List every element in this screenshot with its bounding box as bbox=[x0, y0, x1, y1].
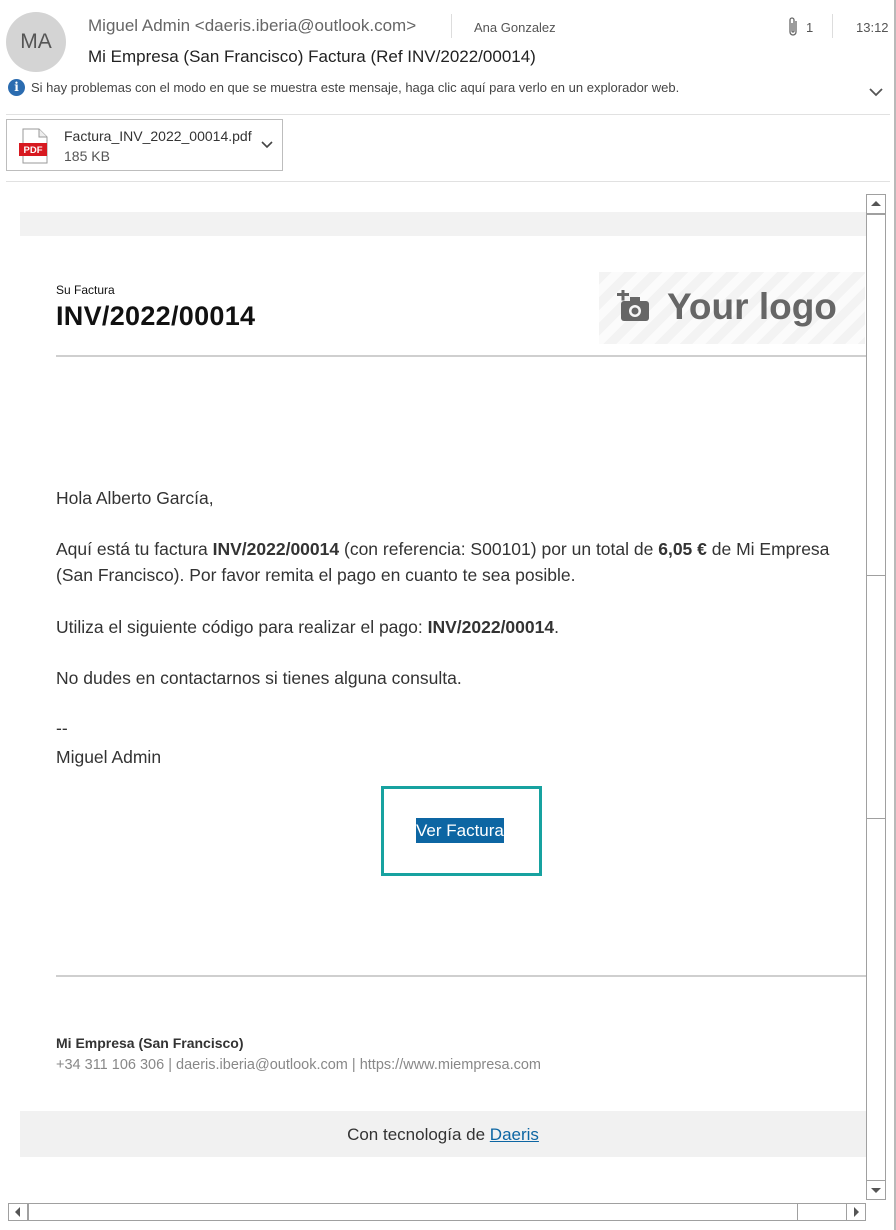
logo-placeholder-text: Your logo bbox=[667, 286, 837, 327]
powered-by-text: Con tecnología de Daeris bbox=[20, 1125, 866, 1145]
scroll-down-button[interactable] bbox=[866, 1180, 886, 1200]
attachment-file-name: Factura_INV_2022_00014.pdf bbox=[64, 128, 252, 144]
vertical-scroll-thumb[interactable] bbox=[866, 214, 886, 576]
signature-dashes: -- bbox=[56, 718, 68, 738]
text: Utiliza el siguiente código para realiza… bbox=[56, 617, 428, 637]
view-invoice-button[interactable]: Ver Factura bbox=[416, 818, 504, 843]
arrow-down-icon bbox=[871, 1188, 881, 1193]
attachment-divider bbox=[6, 181, 890, 182]
attachment-card[interactable]: PDF Factura_INV_2022_00014.pdf 185 KB bbox=[6, 119, 283, 171]
divider bbox=[451, 14, 452, 38]
scroll-right-button[interactable] bbox=[846, 1203, 866, 1221]
text: . bbox=[554, 617, 559, 637]
invoice-reference: INV/2022/00014 bbox=[212, 539, 340, 559]
chevron-down-icon[interactable] bbox=[868, 86, 884, 98]
attachment-file-size: 185 KB bbox=[64, 148, 110, 164]
pdf-file-icon: PDF bbox=[19, 128, 48, 164]
greeting: Hola Alberto García, bbox=[56, 488, 214, 508]
daeris-link[interactable]: Daeris bbox=[490, 1125, 539, 1144]
footer-rule bbox=[56, 975, 866, 977]
email-subject: Mi Empresa (San Francisco) Factura (Ref … bbox=[88, 47, 536, 66]
arrow-right-icon bbox=[854, 1207, 859, 1217]
info-icon: i bbox=[8, 79, 25, 96]
contact-paragraph: No dudes en contactarnos si tienes algun… bbox=[56, 668, 462, 688]
recipient-name[interactable]: Ana Gonzalez bbox=[474, 20, 556, 35]
add-photo-icon bbox=[617, 290, 649, 321]
payment-code-paragraph: Utiliza el siguiente código para realiza… bbox=[56, 614, 836, 640]
horizontal-scroll-thumb[interactable] bbox=[28, 1203, 798, 1221]
scroll-left-button[interactable] bbox=[8, 1203, 28, 1221]
powered-by-band: Con tecnología de Daeris bbox=[20, 1111, 866, 1157]
received-time: 13:12 bbox=[856, 20, 889, 35]
pdf-label: PDF bbox=[24, 145, 43, 156]
signature-name: Miguel Admin bbox=[56, 747, 162, 767]
sender-name[interactable]: Miguel Admin <daeris.iberia@outlook.com> bbox=[88, 16, 416, 36]
view-in-browser-notice[interactable]: Si hay problemas con el modo en que se m… bbox=[31, 80, 679, 95]
vertical-scroll-track-segment bbox=[866, 818, 886, 1182]
invoice-label: Su Factura bbox=[56, 283, 115, 297]
text: (con referencia: S00101) por un total de bbox=[339, 539, 659, 559]
header-rule bbox=[56, 355, 866, 357]
company-contact[interactable]: +34 311 106 306 | daeris.iberia@outlook.… bbox=[56, 1057, 541, 1073]
scroll-up-button[interactable] bbox=[866, 194, 886, 214]
sender-avatar: MA bbox=[6, 12, 66, 72]
email-top-band bbox=[20, 212, 866, 236]
attachment-count: 1 bbox=[806, 20, 814, 35]
company-name: Mi Empresa (San Francisco) bbox=[56, 1035, 244, 1051]
invoice-paragraph: Aquí está tu factura INV/2022/00014 (con… bbox=[56, 536, 836, 588]
chevron-down-icon[interactable] bbox=[261, 140, 273, 150]
header-divider bbox=[6, 114, 890, 115]
powered-by-prefix: Con tecnología de bbox=[347, 1125, 490, 1144]
payment-code: INV/2022/00014 bbox=[427, 617, 555, 637]
divider bbox=[832, 14, 833, 38]
arrow-left-icon bbox=[15, 1207, 20, 1217]
invoice-number: INV/2022/00014 bbox=[56, 301, 256, 331]
arrow-up-icon bbox=[871, 201, 881, 206]
company-logo: Your logo bbox=[599, 272, 865, 344]
invoice-amount: 6,05 € bbox=[658, 539, 707, 559]
text: Aquí está tu factura bbox=[56, 539, 213, 559]
paperclip-icon bbox=[789, 17, 797, 36]
